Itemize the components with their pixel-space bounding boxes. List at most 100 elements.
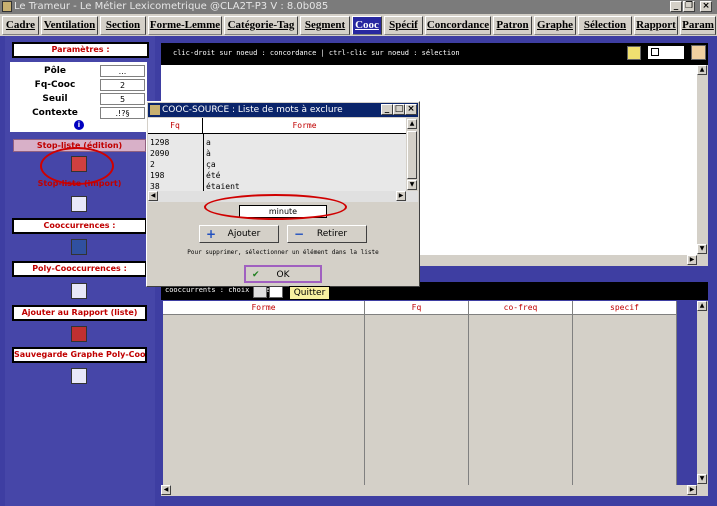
- list-scroll-down-icon[interactable]: ▼: [407, 180, 417, 190]
- tab-concordance[interactable]: Concordance: [425, 16, 491, 35]
- plus-icon: +: [206, 227, 217, 241]
- graph-toolbar: clic-droit sur noeud : concordance | ctr…: [161, 43, 708, 65]
- poly-cooccurrences-title: Poly-Cooccurrences :: [12, 261, 147, 277]
- param-value-seuil[interactable]: 5: [100, 93, 145, 105]
- stoplist-import-button[interactable]: Stop-liste (import): [13, 178, 146, 191]
- tab-specif[interactable]: Spécif: [384, 16, 423, 35]
- list-scroll-left-icon[interactable]: ◀: [148, 191, 158, 201]
- add-report-title: Ajouter au Rapport (liste): [12, 305, 147, 321]
- minus-icon: −: [294, 227, 305, 241]
- ok-button-label: OK: [276, 270, 290, 280]
- table-scroll-left-icon[interactable]: ◀: [161, 485, 171, 495]
- col-body-fq: [365, 315, 469, 485]
- tab-forme-lemme[interactable]: Forme-Lemme: [148, 16, 222, 35]
- stoplist-import-icon[interactable]: [71, 196, 87, 212]
- cooc-table: Forme Fq co-freq specif: [163, 301, 677, 485]
- col-header-fq[interactable]: Fq: [365, 301, 469, 315]
- scroll-right-icon[interactable]: ▶: [687, 255, 697, 265]
- minimize-button[interactable]: _: [670, 1, 682, 12]
- export-icon[interactable]: [691, 45, 706, 60]
- scroll-down-icon[interactable]: ▼: [697, 244, 707, 254]
- col-body-specif: [573, 315, 677, 485]
- list-item-fq[interactable]: 38: [150, 181, 160, 191]
- list-item-fq[interactable]: 1298: [150, 137, 169, 148]
- table-scroll-right-icon[interactable]: ▶: [687, 485, 697, 495]
- dialog-title: COOC-SOURCE : Liste de mots à exclure: [162, 105, 343, 115]
- close-button[interactable]: ×: [700, 1, 712, 12]
- dialog-close-button[interactable]: ×: [405, 104, 417, 115]
- list-scroll-up-icon[interactable]: ▲: [407, 119, 417, 129]
- graph-hint: clic-droit sur noeud : concordance | ctr…: [173, 49, 460, 57]
- col-header-specif[interactable]: specif: [573, 301, 677, 315]
- list-scroll-right-icon[interactable]: ▶: [396, 191, 406, 201]
- ok-button[interactable]: ✔ OK: [244, 265, 322, 283]
- info-icon[interactable]: i: [74, 120, 84, 130]
- tab-cooc[interactable]: Cooc: [352, 16, 382, 35]
- list-header-fq[interactable]: Fq: [148, 118, 203, 134]
- param-value-fqcooc[interactable]: 2: [100, 79, 145, 91]
- list-item-fq[interactable]: 198: [150, 170, 164, 181]
- tab-section[interactable]: Section: [100, 16, 146, 35]
- list-item-forme[interactable]: été: [206, 170, 220, 181]
- stoplist-dialog: COOC-SOURCE : Liste de mots à exclure _ …: [146, 101, 420, 287]
- tab-patron[interactable]: Patron: [493, 16, 532, 35]
- cooccurrences-title: Cooccurrences :: [12, 218, 147, 234]
- dialog-minimize-button[interactable]: _: [381, 104, 393, 115]
- restore-button[interactable]: ❐: [683, 1, 695, 12]
- graph-vscroll[interactable]: ▲ ▼: [697, 65, 708, 255]
- tab-segment[interactable]: Segment: [300, 16, 350, 35]
- param-label-fqcooc: Fq-Cooc: [34, 80, 76, 90]
- list-item-forme[interactable]: étaient: [206, 181, 240, 191]
- table-vscroll[interactable]: ▲ ▼: [697, 301, 708, 485]
- tab-selection[interactable]: Sélection: [578, 16, 632, 35]
- col-header-forme[interactable]: Forme: [163, 301, 365, 315]
- cooccurrences-icon[interactable]: [71, 239, 87, 255]
- list-scroll-thumb[interactable]: [407, 131, 417, 179]
- param-label-contexte: Contexte: [32, 108, 78, 118]
- tab-ventilation[interactable]: Ventilation: [41, 16, 98, 35]
- col-header-cofreq[interactable]: co-freq: [469, 301, 573, 315]
- dialog-maximize-button[interactable]: □: [393, 104, 405, 115]
- exclusion-list[interactable]: Fq Forme 1298 a 2090 à 2 ça 198 été 38 é…: [148, 118, 406, 191]
- list-divider: [203, 134, 204, 191]
- param-value-contexte[interactable]: .!?§: [100, 107, 145, 119]
- list-item-fq[interactable]: 2090: [150, 148, 169, 159]
- list-item-forme[interactable]: a: [206, 137, 211, 148]
- tab-graphe[interactable]: Graphe: [534, 16, 576, 35]
- table-scroll-up-icon[interactable]: ▲: [697, 301, 707, 311]
- table-hscroll[interactable]: ◀ ▶: [161, 485, 708, 496]
- param-value-pole[interactable]: ...: [100, 65, 145, 77]
- list-header-forme[interactable]: Forme: [203, 118, 406, 134]
- dialog-titlebar: COOC-SOURCE : Liste de mots à exclure _ …: [148, 103, 418, 117]
- poly-cooccurrences-icon[interactable]: [71, 283, 87, 299]
- tab-cadre[interactable]: Cadre: [2, 16, 39, 35]
- param-label-pole: Pôle: [44, 66, 66, 76]
- dialog-app-icon: [150, 105, 160, 115]
- scroll-up-icon[interactable]: ▲: [697, 65, 707, 75]
- list-vscroll[interactable]: ▲ ▼: [406, 118, 418, 191]
- list-item-fq[interactable]: 2: [150, 159, 155, 170]
- quit-tooltip: Quitter: [289, 286, 330, 300]
- params-title: Paramètres :: [12, 42, 149, 58]
- tab-strip: Cadre Ventilation Section Forme-Lemme Ca…: [0, 14, 717, 36]
- list-item-forme[interactable]: ça: [206, 159, 216, 170]
- window-title: Le Trameur - Le Métier Lexicometrique @C…: [14, 1, 329, 12]
- col-body-forme: [163, 315, 365, 485]
- save-graph-icon[interactable]: [71, 368, 87, 384]
- tab-categorie-tag[interactable]: Catégorie-Tag: [224, 16, 298, 35]
- list-item-forme[interactable]: à: [206, 148, 211, 159]
- table-scroll-down-icon[interactable]: ▼: [697, 474, 707, 484]
- grid-icon[interactable]: [627, 46, 641, 60]
- add-button[interactable]: + Ajouter: [199, 225, 279, 243]
- remove-button[interactable]: − Retirer: [287, 225, 367, 243]
- params-table: Pôle ... Fq-Cooc 2 Seuil 5 Contexte .!?§…: [10, 62, 147, 132]
- window-titlebar: Le Trameur - Le Métier Lexicometrique @C…: [0, 0, 717, 14]
- tab-param[interactable]: Param: [680, 16, 716, 35]
- app-icon: [2, 1, 12, 12]
- global-checkbox-box[interactable]: [651, 48, 659, 56]
- add-report-icon[interactable]: [71, 326, 87, 342]
- save-graph-title: Sauvegarde Graphe Poly-Cooc: [12, 347, 147, 363]
- tab-rapport[interactable]: Rapport: [634, 16, 678, 35]
- add-button-label: Ajouter: [227, 229, 261, 239]
- global-checkbox[interactable]: Global: [647, 45, 685, 69]
